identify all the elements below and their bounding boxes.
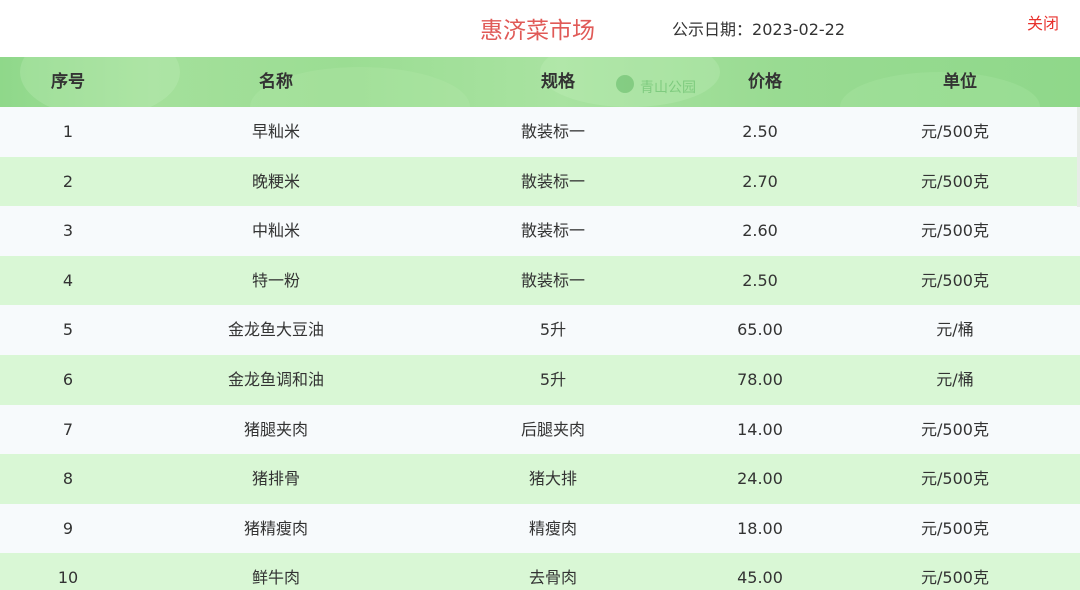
cell-unit: 元/桶 (936, 369, 974, 389)
cell-spec: 散装标一 (520, 221, 585, 241)
publish-date-label: 公示日期： (672, 20, 753, 39)
cell-unit: 元/500克 (921, 122, 989, 141)
table-row: 10 鲜牛肉 去骨肉 45.00 元/500克 (0, 553, 1080, 590)
cell-name: 金龙鱼调和油 (227, 369, 324, 389)
cell-name: 猪精瘦肉 (243, 518, 308, 538)
cell-name: 早籼米 (251, 122, 300, 141)
table-row: 7 猪腿夹肉 后腿夹肉 14.00 元/500克 (0, 404, 1080, 455)
cell-no: 4 (62, 270, 74, 290)
close-button[interactable]: 关闭 (1027, 10, 1059, 34)
cell-unit: 元/500克 (921, 270, 989, 290)
table-row: 5 金龙鱼大豆油 5升 65.00 元/桶 (0, 305, 1080, 355)
cell-price: 18.00 (737, 518, 783, 538)
cell-no: 7 (62, 419, 74, 439)
table-row: 8 猪排骨 猪大排 24.00 元/500克 (0, 454, 1080, 504)
market-title: 惠济菜市场 (480, 18, 595, 44)
cell-price: 65.00 (737, 320, 783, 340)
cell-name: 猪排骨 (251, 469, 300, 489)
table-row: 1 早籼米 散装标一 2.50 元/500克 (0, 107, 1080, 157)
table-row: 9 猪精瘦肉 精瘦肉 18.00 元/500克 (0, 503, 1080, 554)
price-board-page: 惠济菜市场 公示日期：2023-02-22 关闭 青山公园 序号 名称 规格 价… (0, 0, 1080, 590)
cell-spec: 去骨肉 (528, 568, 577, 588)
cell-spec: 猪大排 (528, 469, 577, 489)
cell-unit: 元/500克 (921, 171, 989, 191)
publish-date-value: 2023-02-22 (752, 20, 845, 39)
cell-no: 3 (62, 221, 74, 241)
table-row: 3 中籼米 散装标一 2.60 元/500克 (0, 206, 1080, 256)
cell-no: 1 (62, 122, 74, 141)
cell-unit: 元/500克 (921, 568, 989, 588)
cell-unit: 元/桶 (936, 320, 974, 340)
cell-no: 2 (62, 171, 74, 191)
cell-spec: 精瘦肉 (528, 518, 577, 538)
publish-date: 公示日期：2023-02-22 (672, 16, 845, 40)
cell-price: 2.60 (742, 221, 778, 241)
cell-no: 10 (57, 568, 79, 588)
cell-no: 5 (62, 320, 74, 340)
cell-unit: 元/500克 (921, 419, 989, 439)
cell-spec: 散装标一 (520, 171, 585, 191)
cell-no: 9 (62, 518, 74, 538)
table-row: 2 晚粳米 散装标一 2.70 元/500克 (0, 156, 1080, 207)
cell-price: 45.00 (737, 568, 783, 588)
cell-name: 中籼米 (251, 221, 300, 241)
cell-unit: 元/500克 (921, 221, 989, 241)
table-row: 4 特一粉 散装标一 2.50 元/500克 (0, 255, 1080, 306)
table-header-row: 青山公园 序号 名称 规格 价格 单位 (0, 57, 1080, 107)
cell-price: 78.00 (737, 369, 783, 389)
cell-name: 特一粉 (251, 270, 300, 290)
cell-unit: 元/500克 (921, 518, 989, 538)
column-header-price: 价格 (748, 72, 782, 92)
column-header-no: 序号 (51, 72, 85, 92)
cell-name: 金龙鱼大豆油 (227, 320, 324, 340)
cell-unit: 元/500克 (921, 469, 989, 489)
cell-price: 14.00 (737, 419, 783, 439)
cell-spec: 后腿夹肉 (520, 419, 585, 439)
cell-price: 2.50 (742, 122, 778, 141)
cell-price: 24.00 (737, 469, 783, 489)
cell-spec: 5升 (539, 369, 567, 389)
cell-no: 8 (62, 469, 74, 489)
cell-price: 2.50 (742, 270, 778, 290)
cell-price: 2.70 (742, 171, 778, 191)
cell-name: 鲜牛肉 (251, 568, 300, 588)
top-bar: 惠济菜市场 公示日期：2023-02-22 关闭 (0, 0, 1080, 57)
cell-spec: 5升 (539, 320, 567, 340)
cell-spec: 散装标一 (520, 122, 585, 141)
cell-name: 猪腿夹肉 (243, 419, 308, 439)
cell-no: 6 (62, 369, 74, 389)
price-table-body: 1 早籼米 散装标一 2.50 元/500克 2 晚粳米 散装标一 2.70 元… (0, 107, 1080, 590)
column-header-unit: 单位 (943, 72, 977, 92)
column-header-name: 名称 (259, 72, 293, 92)
cell-name: 晚粳米 (251, 171, 300, 191)
map-background-label: 青山公园 (640, 80, 696, 96)
table-row: 6 金龙鱼调和油 5升 78.00 元/桶 (0, 354, 1080, 405)
column-header-spec: 规格 (541, 72, 575, 92)
cell-spec: 散装标一 (520, 270, 585, 290)
